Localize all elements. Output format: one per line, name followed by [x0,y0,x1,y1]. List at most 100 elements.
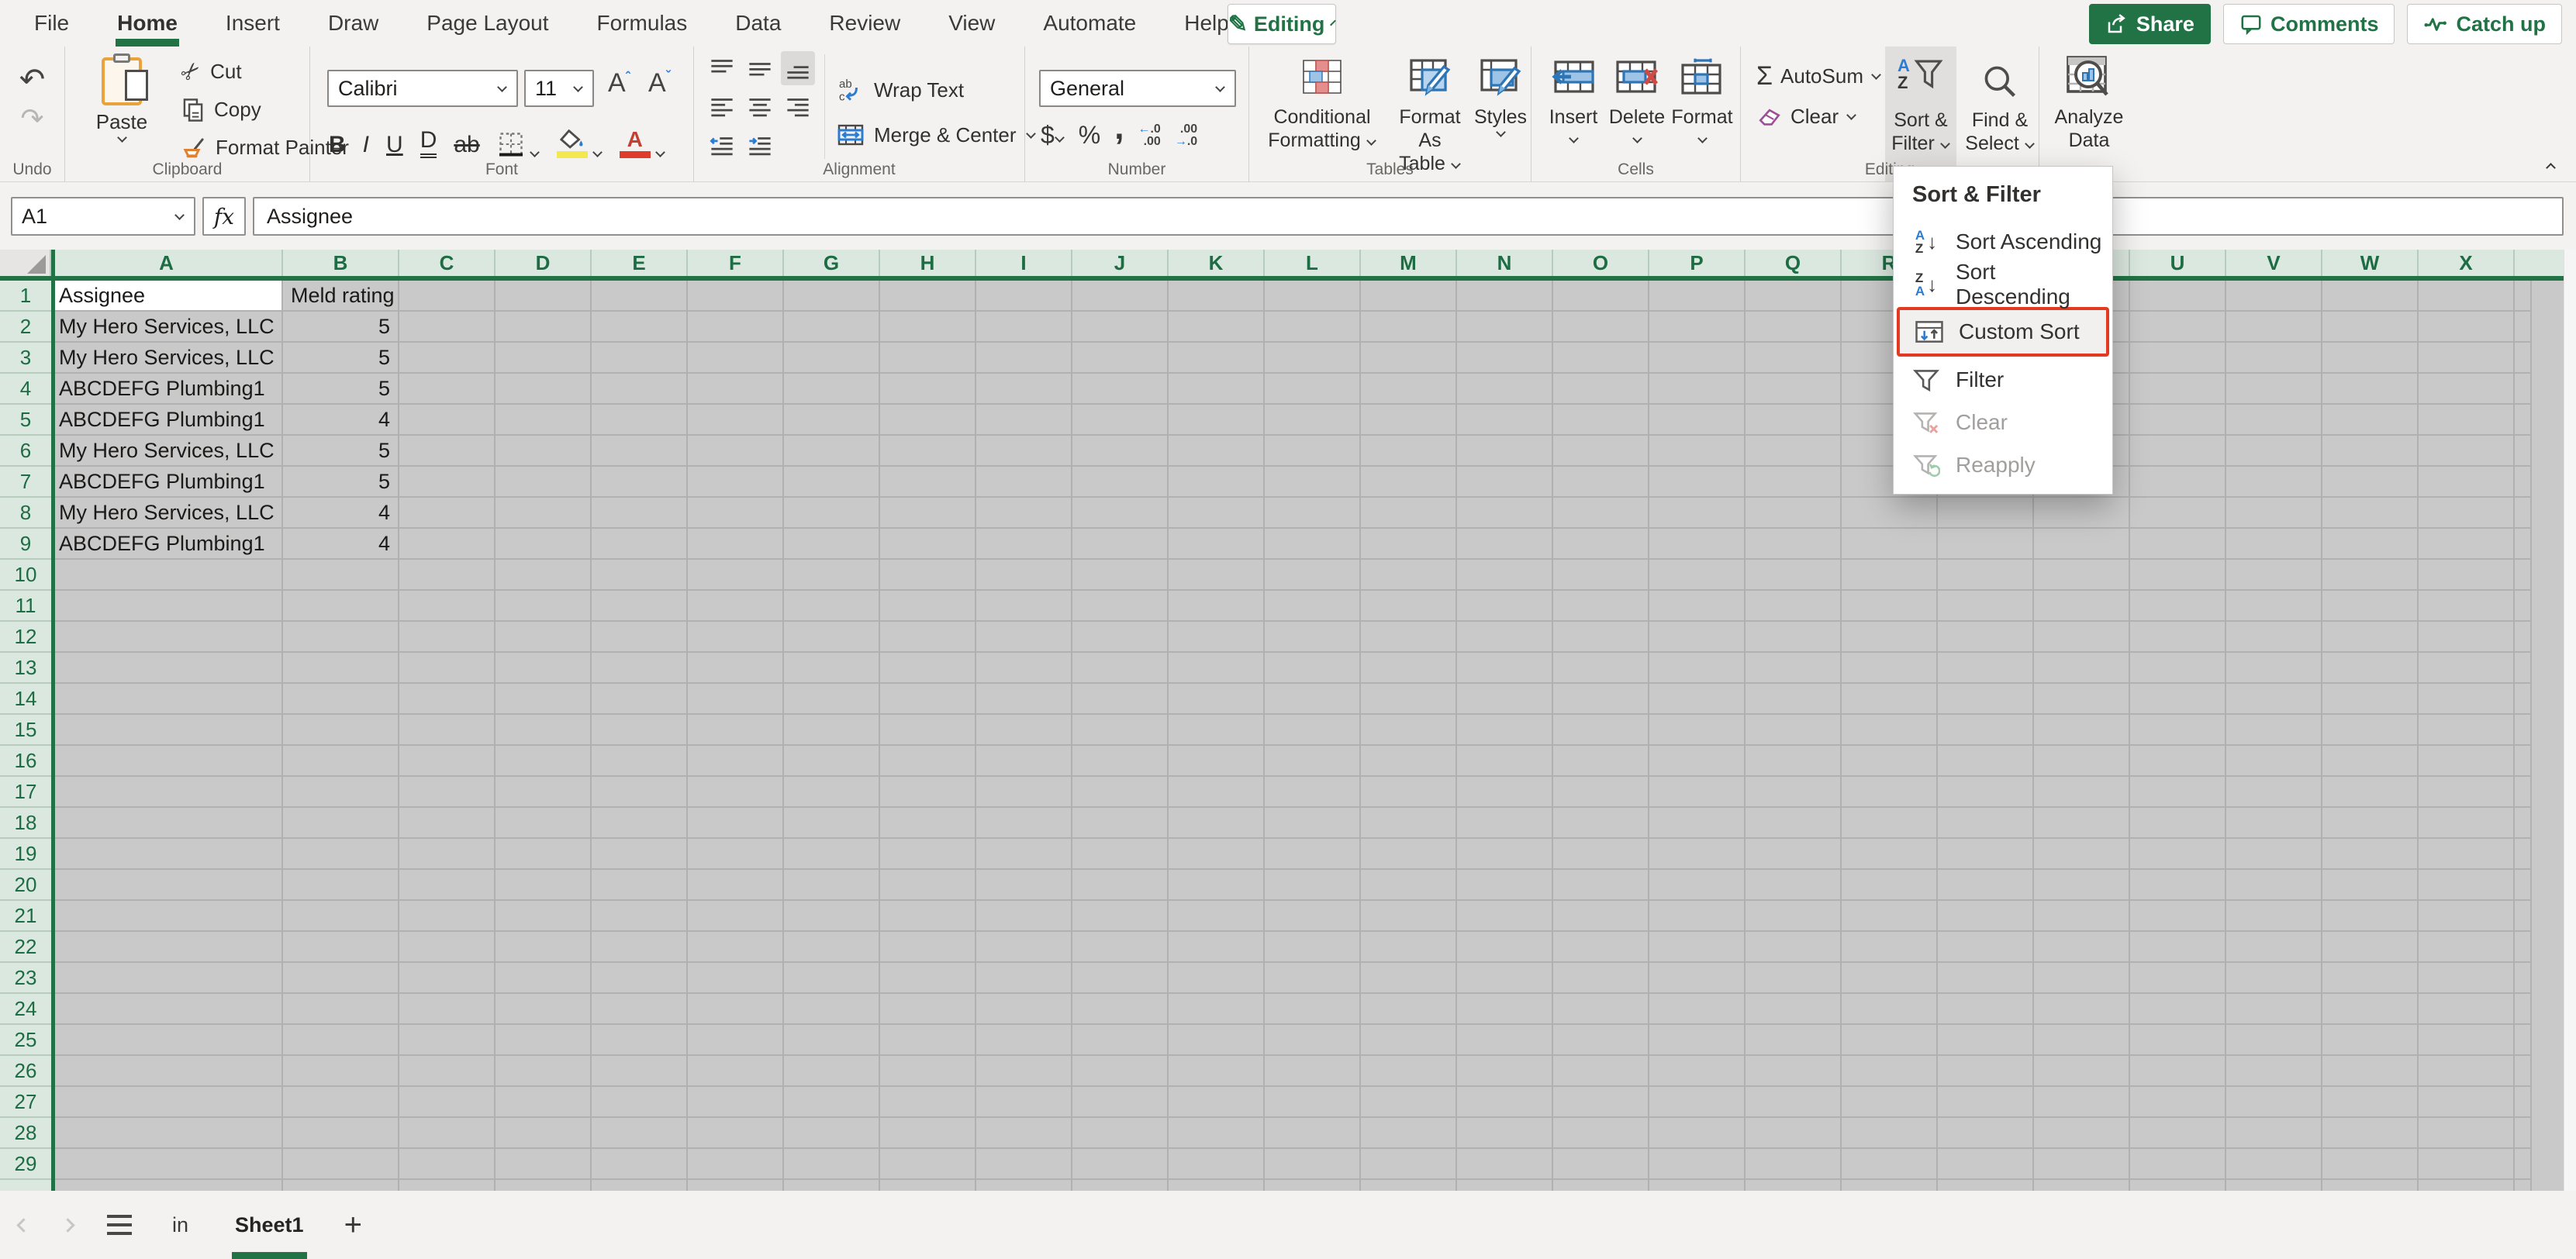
cell-Q2[interactable] [1746,312,1842,343]
cell-O21[interactable] [1553,901,1649,932]
cell-G13[interactable] [784,653,880,684]
cell-B21[interactable] [283,901,399,932]
italic-button[interactable]: I [363,132,369,158]
cell-G30[interactable] [784,1180,880,1191]
column-header-H[interactable]: H [880,250,976,276]
cell-J29[interactable] [1072,1149,1169,1180]
cell-M23[interactable] [1361,963,1457,994]
cell-T28[interactable] [2034,1118,2130,1149]
cell-V7[interactable] [2226,467,2322,498]
cell-A17[interactable] [51,777,283,808]
row-header-4[interactable]: 4 [0,374,51,405]
cell-S18[interactable] [1938,808,2034,839]
cell-U16[interactable] [2130,746,2226,777]
cell-P28[interactable] [1649,1118,1746,1149]
cell-P3[interactable] [1649,343,1746,374]
cell-M18[interactable] [1361,808,1457,839]
cell-K16[interactable] [1169,746,1265,777]
cell-M5[interactable] [1361,405,1457,436]
cell-G5[interactable] [784,405,880,436]
row-header-24[interactable]: 24 [0,994,51,1025]
cell-J11[interactable] [1072,591,1169,622]
cell-N21[interactable] [1457,901,1553,932]
row-header-20[interactable]: 20 [0,870,51,901]
cell-W28[interactable] [2322,1118,2419,1149]
cell-B8[interactable]: 4 [283,498,399,529]
cell-C27[interactable] [399,1087,496,1118]
cell-L24[interactable] [1265,994,1361,1025]
cell-K28[interactable] [1169,1118,1265,1149]
all-sheets-icon[interactable] [107,1215,132,1235]
cell-D17[interactable] [496,777,592,808]
cell-V2[interactable] [2226,312,2322,343]
cell-N27[interactable] [1457,1087,1553,1118]
cell-K13[interactable] [1169,653,1265,684]
cell-I30[interactable] [976,1180,1072,1191]
cell-M6[interactable] [1361,436,1457,467]
cell-X5[interactable] [2419,405,2515,436]
cell-R16[interactable] [1842,746,1938,777]
cell-V18[interactable] [2226,808,2322,839]
menu-item-sort-ascending[interactable]: AZ↓ Sort Ascending [1894,220,2112,263]
cell-W17[interactable] [2322,777,2419,808]
cell-P29[interactable] [1649,1149,1746,1180]
cell-P16[interactable] [1649,746,1746,777]
cell-X16[interactable] [2419,746,2515,777]
cell-H4[interactable] [880,374,976,405]
column-header-K[interactable]: K [1169,250,1265,276]
cell-M26[interactable] [1361,1056,1457,1087]
cell-O26[interactable] [1553,1056,1649,1087]
increase-indent-button[interactable] [743,129,777,163]
cell-T18[interactable] [2034,808,2130,839]
strikethrough-button[interactable]: ab [454,132,479,158]
cell-J27[interactable] [1072,1087,1169,1118]
cell-K23[interactable] [1169,963,1265,994]
cell-R27[interactable] [1842,1087,1938,1118]
cell-C2[interactable] [399,312,496,343]
cell-E25[interactable] [592,1025,688,1056]
cell-O23[interactable] [1553,963,1649,994]
select-all-corner[interactable] [0,250,51,276]
cell-S17[interactable] [1938,777,2034,808]
cell-U7[interactable] [2130,467,2226,498]
cell-A12[interactable] [51,622,283,653]
cell-K15[interactable] [1169,715,1265,746]
menu-review[interactable]: Review [826,6,903,40]
cell-B7[interactable]: 5 [283,467,399,498]
cell-Q15[interactable] [1746,715,1842,746]
row-header-27[interactable]: 27 [0,1087,51,1118]
sheet-tab-sheet1[interactable]: Sheet1 [229,1191,310,1259]
cell-O17[interactable] [1553,777,1649,808]
cell-A13[interactable] [51,653,283,684]
cell-styles-button[interactable]: Styles [1473,53,1528,138]
cell-N30[interactable] [1457,1180,1553,1191]
double-underline-button[interactable]: D [420,127,437,158]
cell-N10[interactable] [1457,560,1553,591]
cell-N5[interactable] [1457,405,1553,436]
cell-R26[interactable] [1842,1056,1938,1087]
cell-X23[interactable] [2419,963,2515,994]
cell-T15[interactable] [2034,715,2130,746]
column-header-D[interactable]: D [496,250,592,276]
column-header-N[interactable]: N [1457,250,1553,276]
previous-sheet-icon[interactable] [16,1218,30,1232]
add-sheet-button[interactable]: + [344,1209,362,1240]
row-header-2[interactable]: 2 [0,312,51,343]
cell-U3[interactable] [2130,343,2226,374]
cell-K4[interactable] [1169,374,1265,405]
cell-X11[interactable] [2419,591,2515,622]
cell-B6[interactable]: 5 [283,436,399,467]
cell-S11[interactable] [1938,591,2034,622]
cell-Q26[interactable] [1746,1056,1842,1087]
cell-M30[interactable] [1361,1180,1457,1191]
cell-V27[interactable] [2226,1087,2322,1118]
cell-M3[interactable] [1361,343,1457,374]
cell-H6[interactable] [880,436,976,467]
cell-E17[interactable] [592,777,688,808]
cell-X18[interactable] [2419,808,2515,839]
comments-button[interactable]: Comments [2223,4,2395,44]
cell-A18[interactable] [51,808,283,839]
cell-L26[interactable] [1265,1056,1361,1087]
cell-P9[interactable] [1649,529,1746,560]
cell-R11[interactable] [1842,591,1938,622]
